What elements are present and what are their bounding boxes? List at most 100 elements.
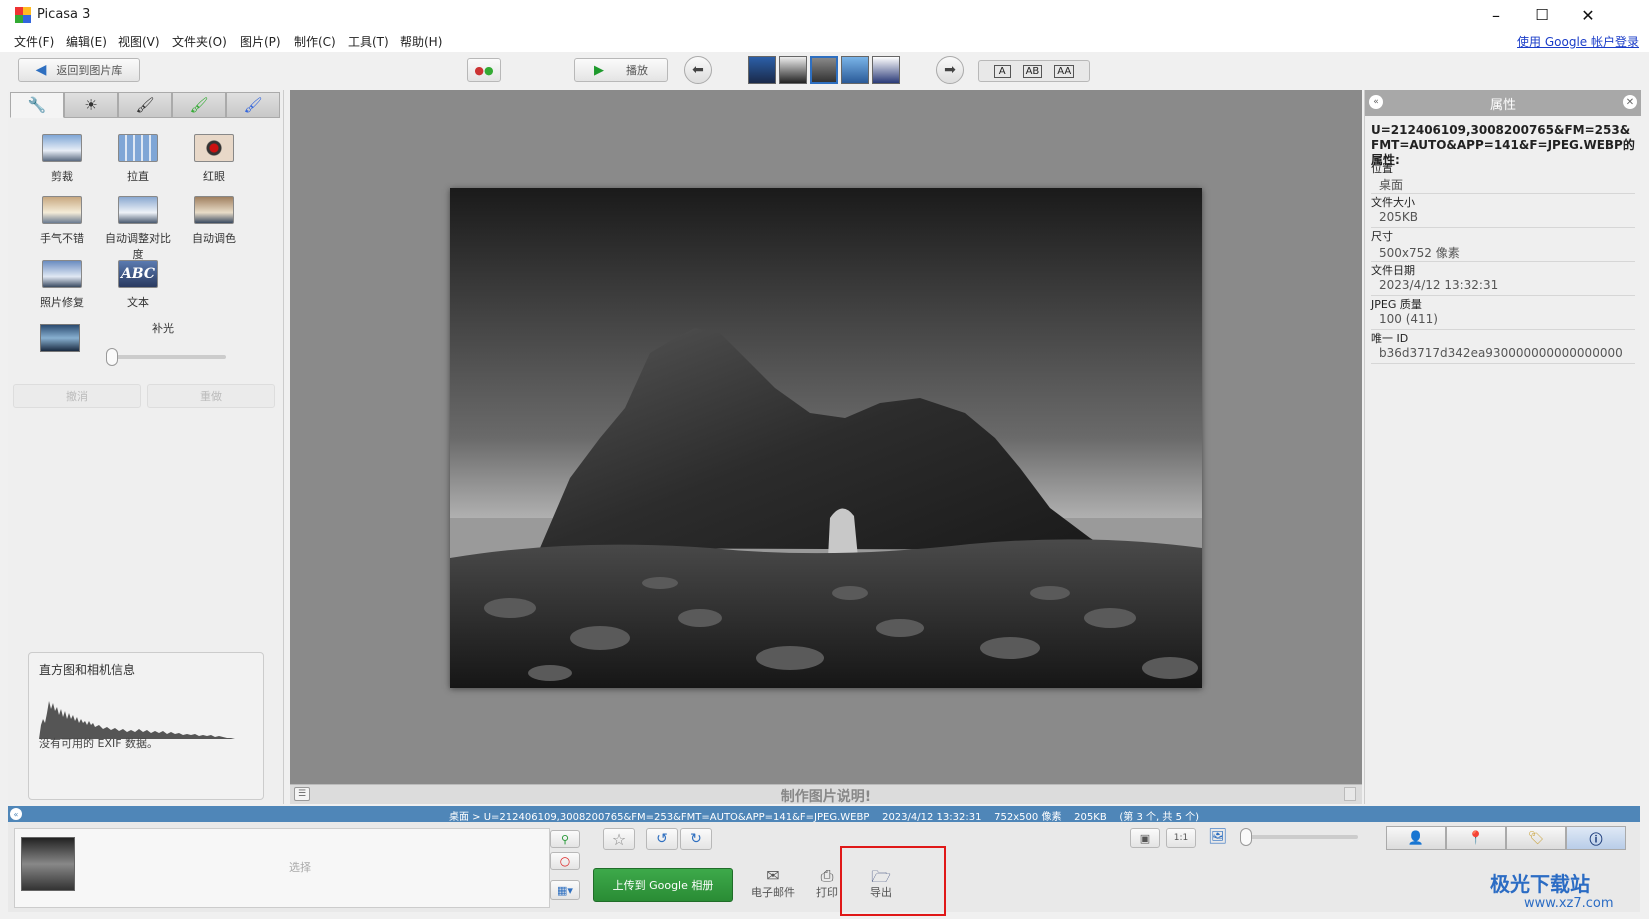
collapse-panel-icon[interactable]: « <box>1369 95 1383 109</box>
info-icon: ⓘ <box>1589 832 1603 848</box>
caption-trash-icon[interactable] <box>1344 787 1356 801</box>
people-button[interactable]: 👤 <box>1386 826 1446 850</box>
caption-mode-group: A AB AA <box>978 60 1090 82</box>
clear-button[interactable]: ○ <box>550 852 580 870</box>
previous-photo-button[interactable]: ⬅ <box>684 56 712 84</box>
redo-button[interactable]: 重做 <box>147 384 275 408</box>
tab-effects-2[interactable]: 🖌 <box>172 92 226 118</box>
filmstrip-thumb-1[interactable] <box>748 56 776 84</box>
feeling-lucky-icon <box>42 196 82 224</box>
star-button[interactable]: ☆ <box>603 828 635 850</box>
filmstrip-thumb-3-current[interactable] <box>810 56 838 84</box>
filmstrip-thumb-4[interactable] <box>841 56 869 84</box>
places-button[interactable]: 📍 <box>1446 826 1506 850</box>
fill-light-label: 补光 <box>152 322 174 335</box>
title-bar: Picasa 3 – ☐ ✕ <box>0 0 1649 30</box>
close-button[interactable]: ✕ <box>1565 0 1611 30</box>
zoom-slider-handle[interactable] <box>1240 828 1252 846</box>
tab-tuning[interactable]: ☀ <box>64 92 118 118</box>
tags-button[interactable]: 🏷 <box>1506 826 1566 850</box>
property-value: 500x752 像素 <box>1379 246 1460 260</box>
tab-basic-fixes[interactable]: 🔧 <box>10 92 64 118</box>
property-row: 尺寸 500x752 像素 <box>1371 228 1635 262</box>
property-key: 文件日期 <box>1371 264 1415 277</box>
fill-light-track[interactable] <box>108 355 226 359</box>
tool-crop-label: 剪裁 <box>51 170 73 183</box>
photo-viewer <box>290 90 1362 784</box>
property-value: 桌面 <box>1379 178 1404 192</box>
menu-create[interactable]: 制作(C) <box>294 33 336 50</box>
window-title: Picasa 3 <box>37 7 91 22</box>
caption-mode-ab[interactable]: AB <box>1022 64 1043 78</box>
tag-icon: 🏷 <box>1527 830 1545 846</box>
info-button[interactable]: ⓘ <box>1566 826 1626 850</box>
property-row: 唯一 ID b36d3717d342ea930000000000000000 <box>1371 330 1635 364</box>
back-arrow-icon: ◀ <box>35 62 47 78</box>
fill-light-icon <box>40 324 80 352</box>
tool-straighten[interactable]: 拉直 <box>100 134 176 184</box>
filmstrip-thumb-5[interactable] <box>872 56 900 84</box>
upload-google-photos-button[interactable]: 上传到 Google 相册 <box>593 868 733 902</box>
tool-text[interactable]: ABC 文本 <box>100 260 176 310</box>
play-slideshow-button[interactable]: ▶ 播放 <box>574 58 668 82</box>
menu-picture[interactable]: 图片(P) <box>240 33 281 50</box>
tool-auto-color[interactable]: 自动调色 <box>176 196 252 246</box>
fit-view-button[interactable]: ▣ <box>1130 828 1160 848</box>
tool-feeling-lucky-label: 手气不错 <box>40 232 84 245</box>
rotate-right-button[interactable]: ↻ <box>680 828 712 850</box>
tool-auto-contrast[interactable]: 自动调整对比度 <box>100 196 176 262</box>
zoom-track[interactable] <box>1248 835 1358 839</box>
menu-bar: 文件(F) 编辑(E) 视图(V) 文件夹(O) 图片(P) 制作(C) 工具(… <box>0 30 1649 52</box>
tab-effects-3[interactable]: 🖌 <box>226 92 280 118</box>
main-photo[interactable] <box>450 188 1202 688</box>
tab-effects[interactable]: 🖌 <box>118 92 172 118</box>
menu-folder[interactable]: 文件夹(O) <box>172 33 227 50</box>
caption-mode-aa[interactable]: AA <box>1054 64 1075 78</box>
actual-size-button[interactable]: 1:1 <box>1166 828 1196 848</box>
google-login-link[interactable]: 使用 Google 帐户登录 <box>1517 33 1639 50</box>
filmstrip-thumb-2[interactable] <box>779 56 807 84</box>
edit-tabs: 🔧 ☀ 🖌 🖌 🖌 <box>10 92 282 118</box>
tool-feeling-lucky[interactable]: 手气不错 <box>24 196 100 246</box>
rotate-left-button[interactable]: ↺ <box>646 828 678 850</box>
hold-button[interactable]: ⚲ <box>550 830 580 848</box>
caption-mode-a[interactable]: A <box>993 64 1011 78</box>
tool-text-label: 文本 <box>127 296 149 309</box>
property-key: JPEG 质量 <box>1371 298 1422 311</box>
auto-color-icon <box>194 196 234 224</box>
tool-crop[interactable]: 剪裁 <box>24 134 100 184</box>
tool-retouch[interactable]: 照片修复 <box>24 260 100 310</box>
email-button[interactable]: ✉ 电子邮件 <box>748 866 798 900</box>
next-photo-button[interactable]: ➡ <box>936 56 964 84</box>
maximize-button[interactable]: ☐ <box>1519 0 1565 30</box>
watermark-url: www.xz7.com <box>1524 896 1614 911</box>
fit-icon: ▣ <box>1139 831 1151 845</box>
caption-prompt[interactable]: 制作图片说明! <box>290 786 1362 806</box>
close-panel-icon[interactable]: ✕ <box>1623 95 1637 109</box>
property-value: b36d3717d342ea930000000000000000 <box>1379 346 1623 360</box>
minimize-button[interactable]: – <box>1473 0 1519 30</box>
tool-redeye[interactable]: 红眼 <box>176 134 252 184</box>
add-to-album-button[interactable]: ▦▾ <box>550 880 580 900</box>
wrench-icon: 🔧 <box>27 96 47 114</box>
histogram-title: 直方图和相机信息 <box>39 663 136 677</box>
arrow-right-icon: ➡ <box>944 62 956 78</box>
back-to-library-button[interactable]: ◀ 返回到图片库 <box>18 58 140 82</box>
properties-panel: « 属性 ✕ U=212406109,3008200765&FM=253&FMT… <box>1364 90 1641 804</box>
collage-button[interactable]: ● ● <box>467 58 501 82</box>
export-highlight-box <box>840 846 946 916</box>
envelope-icon: ✉ <box>766 866 780 885</box>
undo-button[interactable]: 撤消 <box>13 384 141 408</box>
menu-tools[interactable]: 工具(T) <box>348 33 389 50</box>
menu-file[interactable]: 文件(F) <box>14 33 54 50</box>
menu-help[interactable]: 帮助(H) <box>400 33 442 50</box>
selection-tray: 选择 <box>14 828 550 908</box>
fill-light-slider-handle[interactable] <box>106 348 118 366</box>
straighten-icon <box>118 134 158 162</box>
rotate-right-icon: ↻ <box>690 831 702 847</box>
property-key: 位置 <box>1371 162 1393 175</box>
menu-view[interactable]: 视图(V) <box>118 33 160 50</box>
property-value: 100 (411) <box>1379 312 1438 326</box>
menu-edit[interactable]: 编辑(E) <box>66 33 107 50</box>
tray-thumbnail[interactable] <box>21 837 75 891</box>
